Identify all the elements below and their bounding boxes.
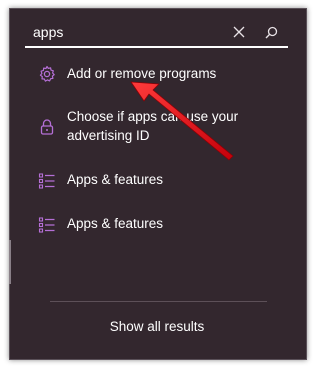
gear-icon xyxy=(39,65,55,82)
search-bar xyxy=(25,17,288,48)
show-all-results-button[interactable]: Show all results xyxy=(25,315,289,339)
close-icon xyxy=(233,26,245,38)
search-results-panel: Add or remove programs Choose if apps ca… xyxy=(25,53,289,348)
result-label: Add or remove programs xyxy=(67,66,217,81)
result-apps-and-features[interactable]: Apps & features xyxy=(25,166,289,196)
result-apps-and-features[interactable]: Apps & features xyxy=(25,210,289,240)
search-input[interactable] xyxy=(33,22,223,42)
list-icon xyxy=(38,173,55,189)
result-label: Choose if apps can use your advertising … xyxy=(67,109,239,143)
result-advertising-id[interactable]: Choose if apps can use your advertising … xyxy=(25,105,289,153)
search-icon xyxy=(265,26,277,38)
list-icon xyxy=(38,217,55,233)
search-button[interactable] xyxy=(261,22,281,42)
window-edge-indicator xyxy=(9,240,11,284)
result-add-or-remove-programs[interactable]: Add or remove programs xyxy=(25,61,289,91)
results-divider xyxy=(50,301,267,302)
clear-search-button[interactable] xyxy=(229,22,249,42)
lock-icon xyxy=(40,119,54,135)
result-label: Apps & features xyxy=(67,172,164,187)
result-label: Apps & features xyxy=(67,216,164,231)
